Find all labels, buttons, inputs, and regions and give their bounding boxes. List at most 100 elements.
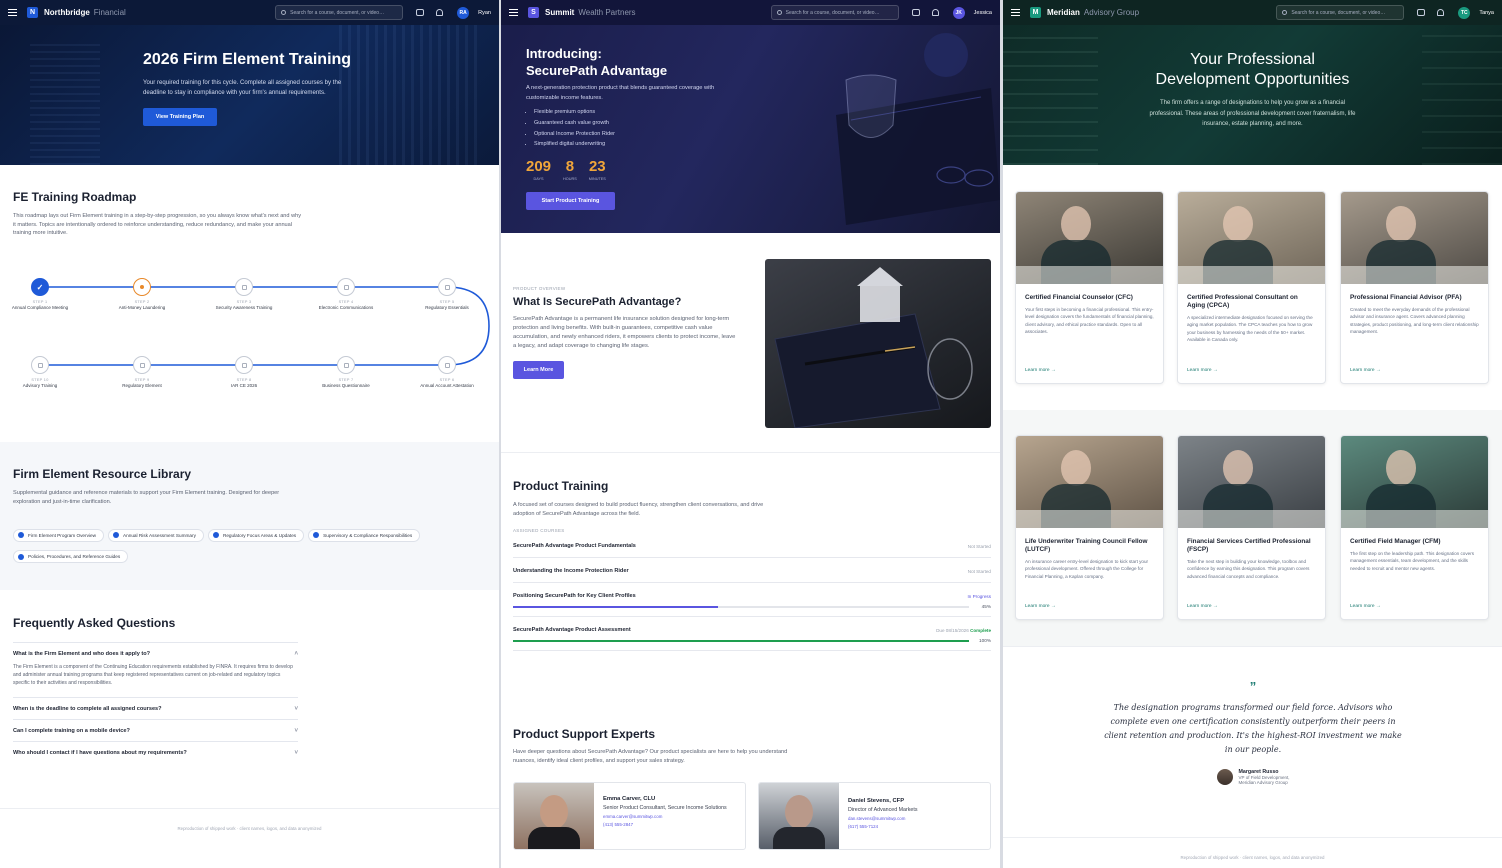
feature-item: Flexible premium options	[534, 107, 726, 118]
search-input[interactable]: Search for a course, document, or video…	[1276, 5, 1405, 20]
start-product-training-button[interactable]: Start Product Training	[526, 191, 615, 210]
designation-card[interactable]: Certified Professional Consultant on Agi…	[1177, 191, 1326, 384]
countdown-unit: 209 DAYS	[526, 158, 551, 181]
experts-section: Product Support Experts Have deeper ques…	[513, 727, 991, 765]
roadmap-step-2[interactable]	[133, 278, 151, 296]
hero-banner: S Summit Wealth Partners Search for a co…	[501, 0, 1000, 233]
roadmap-step-1[interactable]: ✓	[31, 278, 49, 296]
northbridge-pane: N Northbridge Financial Search for a cou…	[0, 0, 499, 868]
course-row[interactable]: SecurePath Advantage Product Fundamental…	[513, 533, 991, 559]
hero-text: The firm offers a range of designations …	[1149, 100, 1356, 127]
roadmap-step-10[interactable]	[31, 356, 49, 374]
roadmap: ✓ STEP 1 Annual Compliance Meeting STEP 2 An…	[0, 260, 499, 410]
roadmap-step-4[interactable]	[337, 278, 355, 296]
step-name: Security Awareness Training	[215, 305, 273, 310]
expert-email[interactable]: dan.stevens@summitwp.com	[848, 816, 988, 821]
chevron-down-icon[interactable]: ˅	[294, 750, 298, 756]
resource-link[interactable]: Firm Element Program Overview	[13, 528, 104, 542]
countdown-unit: 23 MINUTES	[589, 158, 606, 181]
step-number: STEP 8	[236, 378, 252, 382]
lock-icon	[37, 362, 43, 368]
expert-photo	[759, 783, 839, 849]
course-row[interactable]: Positioning SecurePath for Key Client Pr…	[513, 583, 991, 618]
resource-link[interactable]: Supervisory & Compliance Responsibilitie…	[308, 528, 421, 542]
user-name[interactable]: Ryan	[478, 10, 491, 16]
summit-pane: S Summit Wealth Partners Search for a co…	[501, 0, 1000, 868]
search-input[interactable]: Search for a course, document, or video…	[770, 5, 899, 20]
bell-icon[interactable]	[931, 9, 939, 16]
faq-question[interactable]: What is the Firm Element and who does it…	[13, 642, 298, 664]
step-number: STEP 3	[236, 300, 252, 304]
chat-icon[interactable]	[911, 9, 920, 16]
step-number: STEP 7	[338, 378, 354, 382]
learn-more-link[interactable]: Learn more →	[1016, 360, 1065, 383]
card-description: A specialized intermediate designation f…	[1187, 315, 1313, 343]
search-input[interactable]: Search for a course, document, or video…	[275, 5, 404, 20]
user-name[interactable]: Tanya	[1479, 10, 1494, 16]
roadmap-step-7[interactable]	[337, 356, 355, 374]
faq-question-text: Can I complete training on a mobile devi…	[13, 728, 130, 735]
avatar[interactable]: RA	[457, 6, 470, 19]
step-name: Advisory Training	[22, 383, 58, 388]
chevron-up-icon[interactable]: ˄	[294, 651, 298, 657]
menu-icon[interactable]	[1011, 9, 1020, 16]
designation-card[interactable]: Certified Field Manager (CFM) The first s…	[1340, 435, 1489, 620]
avatar[interactable]: JK	[952, 6, 965, 19]
feature-list: Flexible premium optionsGuaranteed cash …	[526, 107, 726, 150]
menu-icon[interactable]	[509, 9, 518, 16]
learn-more-link[interactable]: Learn more →	[1178, 596, 1227, 619]
brand-subname: Wealth Partners	[578, 8, 636, 17]
chat-icon[interactable]	[416, 9, 425, 16]
course-row[interactable]: Understanding the Income Protection Ride…	[513, 558, 991, 584]
quote-author-org: Meridian Advisory Group	[1238, 780, 1288, 785]
faq-question[interactable]: When is the deadline to complete all ass…	[13, 697, 298, 719]
faq-question[interactable]: Can I complete training on a mobile devi…	[13, 719, 298, 741]
training-title: Product Training	[513, 479, 609, 493]
roadmap-step-label: STEP 6 Annual Account Attestation	[417, 378, 477, 389]
designation-card[interactable]: Professional Financial Advisor (PFA) Crea…	[1340, 191, 1489, 384]
resource-link[interactable]: Regulatory Focus Areas & Updates	[207, 528, 305, 542]
brand-logo: N	[27, 7, 38, 18]
learn-more-link[interactable]: Learn more →	[1016, 596, 1065, 619]
avatar	[1216, 769, 1233, 785]
learn-more-link[interactable]: Learn more →	[1178, 360, 1227, 383]
roadmap-step-3[interactable]	[235, 278, 253, 296]
expert-phone[interactable]: (617) 555-7124	[848, 824, 988, 829]
quote-icon: ”	[1249, 679, 1257, 694]
designation-card[interactable]: Financial Services Certified Professiona…	[1177, 435, 1326, 620]
learn-more-link[interactable]: Learn more →	[1341, 360, 1390, 383]
view-training-plan-button[interactable]: View Training Plan	[143, 107, 217, 126]
hero-text: A next-generation protection product tha…	[526, 85, 715, 101]
card-title: Certified Field Manager (CFM)	[1350, 538, 1441, 545]
resource-link[interactable]: Annual Risk Assessment Summary	[107, 528, 204, 542]
chat-icon[interactable]	[1417, 9, 1426, 16]
designation-card[interactable]: Life Underwriter Training Council Fellow…	[1015, 435, 1164, 620]
bell-icon[interactable]	[436, 9, 444, 16]
course-row[interactable]: SecurePath Advantage Product Assessment D…	[513, 617, 991, 652]
progress-fill	[513, 640, 969, 643]
bell-icon[interactable]	[1437, 9, 1445, 16]
resource-label: Regulatory Focus Areas & Updates	[222, 532, 297, 538]
designation-card[interactable]: Certified Financial Counselor (CFC) Your …	[1015, 191, 1164, 384]
menu-icon[interactable]	[8, 9, 17, 16]
overview-section: PRODUCT OVERVIEW What Is SecurePath Adva…	[513, 286, 738, 379]
learn-more-link[interactable]: Learn more →	[1341, 596, 1390, 619]
roadmap-step-5[interactable]	[438, 278, 456, 296]
search-icon	[1282, 10, 1288, 15]
user-name[interactable]: Jessica	[974, 10, 992, 16]
step-number: STEP 1	[32, 300, 48, 304]
learn-more-button[interactable]: Learn More	[513, 360, 564, 379]
check-icon: ✓	[36, 282, 44, 292]
avatar[interactable]: TC	[1458, 6, 1471, 19]
countdown-label: HOURS	[563, 176, 577, 181]
card-title: Life Underwriter Training Council Fellow…	[1025, 538, 1148, 553]
chevron-down-icon[interactable]: ˅	[294, 728, 298, 734]
roadmap-step-6[interactable]	[438, 356, 456, 374]
roadmap-step-8[interactable]	[235, 356, 253, 374]
faq-question[interactable]: Who should I contact if I have questions…	[13, 741, 298, 763]
resource-link[interactable]: Policies, Procedures, and Reference Guid…	[13, 550, 129, 563]
chevron-down-icon[interactable]: ˅	[294, 706, 298, 712]
roadmap-step-9[interactable]	[133, 356, 151, 374]
expert-phone[interactable]: (413) 555-2847	[603, 822, 743, 827]
expert-email[interactable]: emma.carver@summitwp.com	[603, 814, 743, 819]
